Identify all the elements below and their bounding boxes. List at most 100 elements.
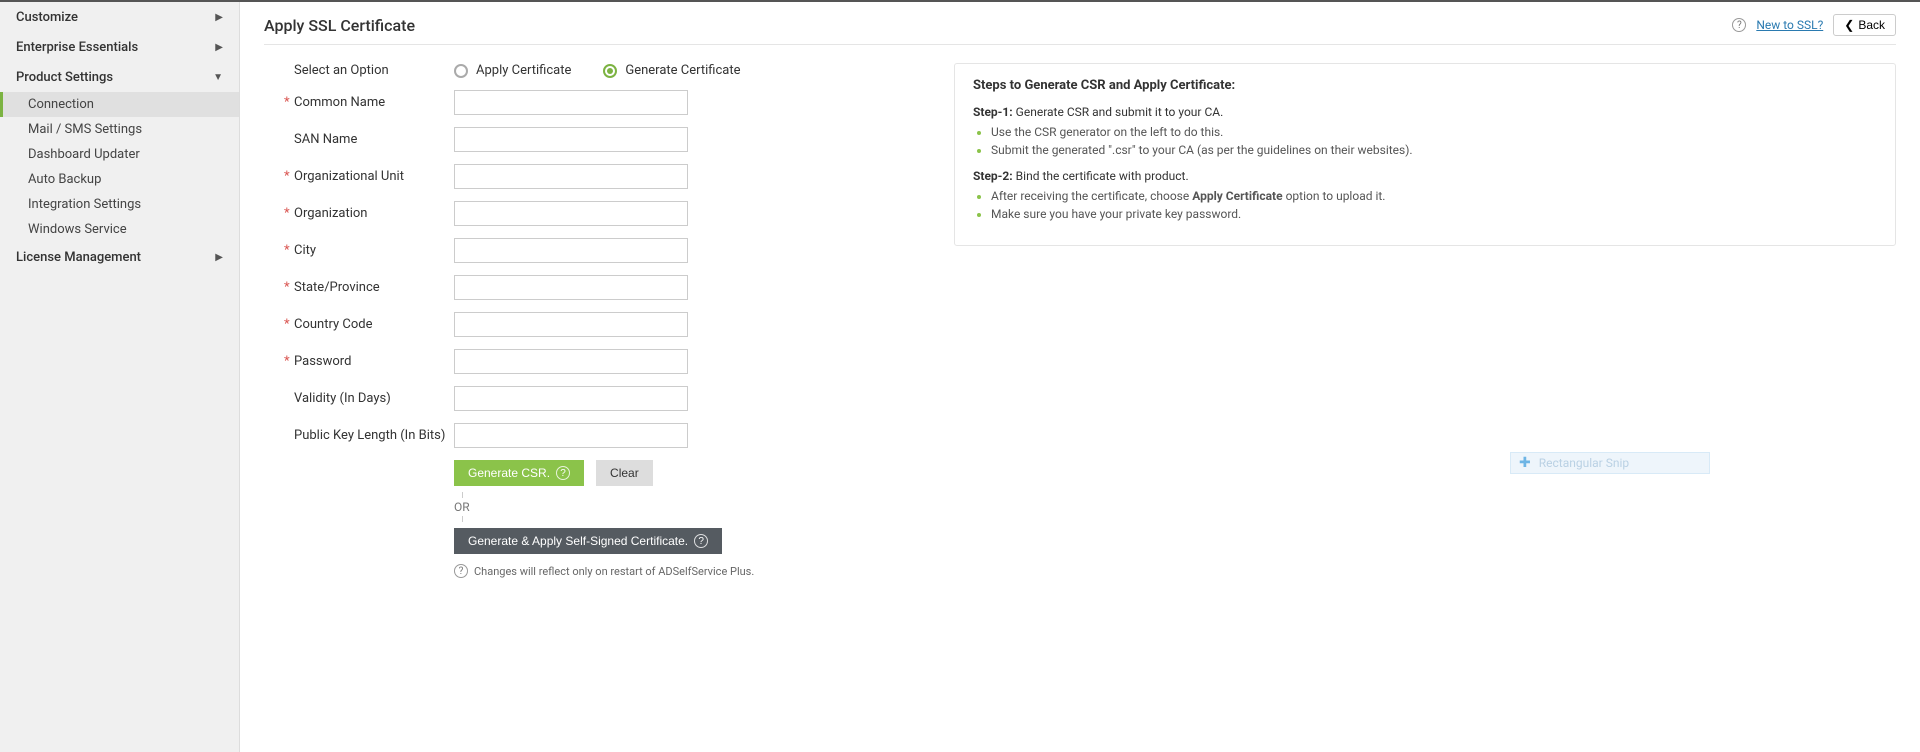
row-common-name: Common Name [264,90,924,115]
restart-footnote: ? Changes will reflect only on restart o… [454,564,924,578]
chevron-right-icon: ▶ [215,252,223,263]
help-icon: ? [556,466,570,480]
app-root: Customize ▶ Enterprise Essentials ▶ Prod… [0,0,1920,752]
organization-field[interactable] [454,201,688,226]
sidebar-label: License Management [16,250,141,265]
row-city: City [264,238,924,263]
sidebar-item-label: Integration Settings [28,197,141,212]
row-validity: Validity (In Days) [264,386,924,411]
row-password: Password [264,349,924,374]
chevron-down-icon: ▼ [213,72,223,83]
list-item: Submit the generated ".csr" to your CA (… [991,143,1877,157]
footnote-text: Changes will reflect only on restart of … [474,565,754,578]
state-field[interactable] [454,275,688,300]
radio-icon [603,64,617,78]
radio-apply-certificate[interactable]: Apply Certificate [454,63,571,78]
back-button-label: Back [1858,18,1885,32]
radio-label: Generate Certificate [625,63,740,78]
org-unit-field[interactable] [454,164,688,189]
list-item: Use the CSR generator on the left to do … [991,125,1877,139]
generate-csr-button[interactable]: Generate CSR. ? [454,460,584,486]
button-label: Generate & Apply Self-Signed Certificate… [468,534,688,548]
row-country-code: Country Code [264,312,924,337]
label-select-option: Select an Option [264,63,454,78]
button-label: Generate CSR. [468,466,550,480]
label-key-length: Public Key Length (In Bits) [264,428,454,443]
row-key-length: Public Key Length (In Bits) [264,423,924,448]
option-radio-group: Apply Certificate Generate Certificate [454,63,740,78]
content-row: Select an Option Apply Certificate Gener… [264,63,1896,578]
radio-generate-certificate[interactable]: Generate Certificate [603,63,740,78]
validity-field[interactable] [454,386,688,411]
label-common-name: Common Name [264,95,454,110]
step1-text: Generate CSR and submit it to your CA. [1016,105,1224,119]
step2-heading: Step-2: Bind the certificate with produc… [973,169,1877,183]
sidebar-submenu-product: Connection Mail / SMS Settings Dashboard… [0,92,239,242]
back-button[interactable]: ❮ Back [1833,14,1896,36]
sidebar-item-dashboard-updater[interactable]: Dashboard Updater [0,142,239,167]
plus-icon: ✚ [1519,455,1531,471]
key-length-field[interactable] [454,423,688,448]
sidebar-item-integration-settings[interactable]: Integration Settings [0,192,239,217]
radio-label: Apply Certificate [476,63,571,78]
sidebar-label: Customize [16,10,78,25]
password-field[interactable] [454,349,688,374]
info-title: Steps to Generate CSR and Apply Certific… [973,78,1877,93]
label-validity: Validity (In Days) [264,391,454,406]
sidebar-item-windows-service[interactable]: Windows Service [0,217,239,242]
common-name-field[interactable] [454,90,688,115]
country-code-field[interactable] [454,312,688,337]
or-separator: OR [454,492,924,522]
label-password: Password [264,354,454,369]
label-san-name: SAN Name [264,132,454,147]
sidebar-section-customize[interactable]: Customize ▶ [0,2,239,32]
step1-heading: Step-1: Generate CSR and submit it to yo… [973,105,1877,119]
info-icon: ? [454,564,468,578]
sidebar-section-enterprise[interactable]: Enterprise Essentials ▶ [0,32,239,62]
row-state: State/Province [264,275,924,300]
header-actions: ? New to SSL? ❮ Back [1732,14,1896,36]
row-organization: Organization [264,201,924,226]
step2-list: After receiving the certificate, choose … [973,189,1877,221]
step2-text: Bind the certificate with product. [1016,169,1189,183]
san-name-field[interactable] [454,127,688,152]
chevron-right-icon: ▶ [215,12,223,23]
radio-icon [454,64,468,78]
sidebar-label: Product Settings [16,70,113,85]
page-title: Apply SSL Certificate [264,16,415,35]
page-header: Apply SSL Certificate ? New to SSL? ❮ Ba… [264,14,1896,45]
button-row-primary: Generate CSR. ? Clear [454,460,924,486]
text-part: option to upload it. [1283,189,1386,203]
help-icon[interactable]: ? [1732,18,1746,32]
sidebar-section-product[interactable]: Product Settings ▼ [0,62,239,92]
label-org-unit: Organizational Unit [264,169,454,184]
sidebar-item-label: Auto Backup [28,172,101,187]
sidebar-item-label: Mail / SMS Settings [28,122,142,137]
sidebar-item-mail-sms[interactable]: Mail / SMS Settings [0,117,239,142]
self-signed-button[interactable]: Generate & Apply Self-Signed Certificate… [454,528,722,554]
help-icon: ? [694,534,708,548]
label-city: City [264,243,454,258]
csr-form: Select an Option Apply Certificate Gener… [264,63,924,578]
city-field[interactable] [454,238,688,263]
new-to-ssl-link[interactable]: New to SSL? [1756,18,1823,32]
label-organization: Organization [264,206,454,221]
label-state: State/Province [264,280,454,295]
text-part: After receiving the certificate, choose [991,189,1192,203]
sidebar-label: Enterprise Essentials [16,40,138,55]
bold-part: Apply Certificate [1192,189,1282,203]
sidebar: Customize ▶ Enterprise Essentials ▶ Prod… [0,2,240,752]
snip-label: Rectangular Snip [1539,456,1629,470]
button-label: Clear [610,466,639,480]
clear-button[interactable]: Clear [596,460,653,486]
row-org-unit: Organizational Unit [264,164,924,189]
row-san-name: SAN Name [264,127,924,152]
step2-prefix: Step-2: [973,169,1013,183]
row-select-option: Select an Option Apply Certificate Gener… [264,63,924,78]
snip-overlay: ✚ Rectangular Snip [1510,452,1710,474]
step1-list: Use the CSR generator on the left to do … [973,125,1877,157]
sidebar-item-connection[interactable]: Connection [0,92,239,117]
sidebar-section-license[interactable]: License Management ▶ [0,242,239,272]
sidebar-item-auto-backup[interactable]: Auto Backup [0,167,239,192]
list-item: After receiving the certificate, choose … [991,189,1877,203]
